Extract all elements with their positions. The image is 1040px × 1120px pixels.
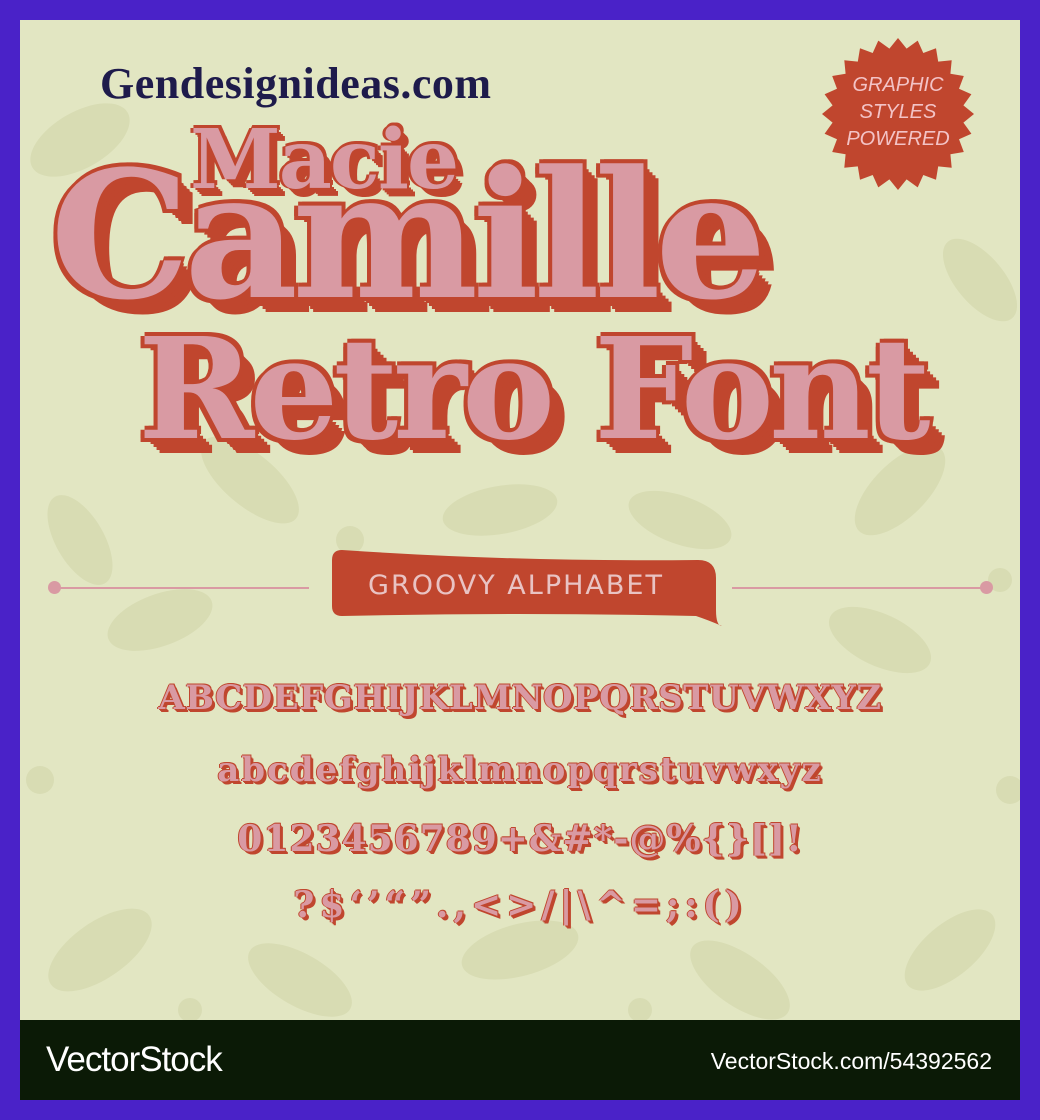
font-poster: Gendesignideas.com GRAPHIC STYLES POWERE… <box>20 20 1020 1020</box>
divider-dot-right <box>980 581 993 594</box>
title-retro-font: Retro Font <box>138 308 931 472</box>
badge-text: GRAPHIC STYLES POWERED <box>820 72 976 153</box>
stock-footer: VectorStock VectorStock.com/54392562 <box>20 1020 1020 1100</box>
site-watermark: Gendesignideas.com <box>100 59 492 108</box>
badge-line: GRAPHIC <box>852 74 944 96</box>
lowercase-glyphs: abcdefghijklmnopqrstuvwxyz <box>217 750 823 790</box>
badge-line: STYLES <box>859 101 937 123</box>
badge-line: POWERED <box>846 128 950 150</box>
section-label: GROOVY ALPHABET <box>368 570 664 601</box>
title-camille: Camille <box>50 132 767 339</box>
numeral-symbol-glyphs: 0123456789+&#*-@%{}[]! <box>237 818 803 860</box>
divider-line-right <box>732 587 987 589</box>
uppercase-glyphs: ABCDEFGHIJKLMNOPQRSTUVWXYZ <box>158 678 882 718</box>
footer-brand: VectorStock <box>46 1040 223 1079</box>
footer-reference: VectorStock.com/54392562 <box>710 1048 992 1074</box>
divider-line-left <box>54 587 309 589</box>
punctuation-glyphs: ?$‘’“”.,<>/|\^=;:() <box>293 884 747 926</box>
